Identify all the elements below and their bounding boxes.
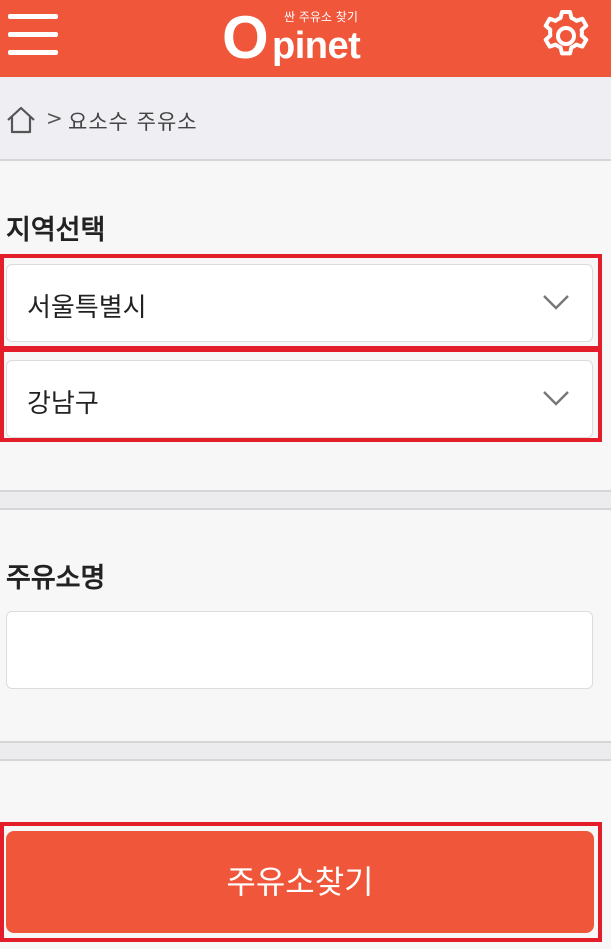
hamburger-menu-icon[interactable]: [8, 14, 60, 58]
district-select[interactable]: 강남구: [6, 360, 593, 438]
breadcrumb-separator: >: [46, 106, 63, 130]
logo-letter-o: O: [222, 4, 269, 71]
region-section: 지역선택 서울특별시 강남구: [0, 161, 611, 490]
district-select-value: 강남구: [27, 389, 99, 419]
action-section: 주유소찾기: [0, 761, 611, 949]
station-name-title: 주유소명: [6, 563, 106, 594]
find-station-button[interactable]: 주유소찾기: [6, 831, 594, 933]
region-title: 지역선택: [6, 215, 106, 246]
top-bar: 싼 주유소 찾기 O pinet: [0, 0, 611, 77]
city-select[interactable]: 서울특별시: [6, 264, 593, 342]
logo-wordmark: pinet: [272, 25, 361, 67]
home-icon[interactable]: [6, 105, 36, 135]
gear-icon[interactable]: [538, 8, 594, 64]
city-select-value: 서울특별시: [27, 293, 147, 323]
chevron-down-icon: [543, 295, 569, 310]
breadcrumb-current: 요소수 주유소: [68, 110, 198, 134]
opinet-logo[interactable]: 싼 주유소 찾기 O pinet: [222, 2, 382, 70]
chevron-down-icon: [543, 391, 569, 406]
section-divider: [0, 741, 611, 761]
logo-tagline: 싼 주유소 찾기: [284, 10, 358, 24]
station-name-input[interactable]: [6, 611, 593, 689]
section-divider: [0, 490, 611, 510]
station-name-section: 주유소명: [0, 510, 611, 741]
breadcrumb: > 요소수 주유소: [0, 77, 611, 161]
